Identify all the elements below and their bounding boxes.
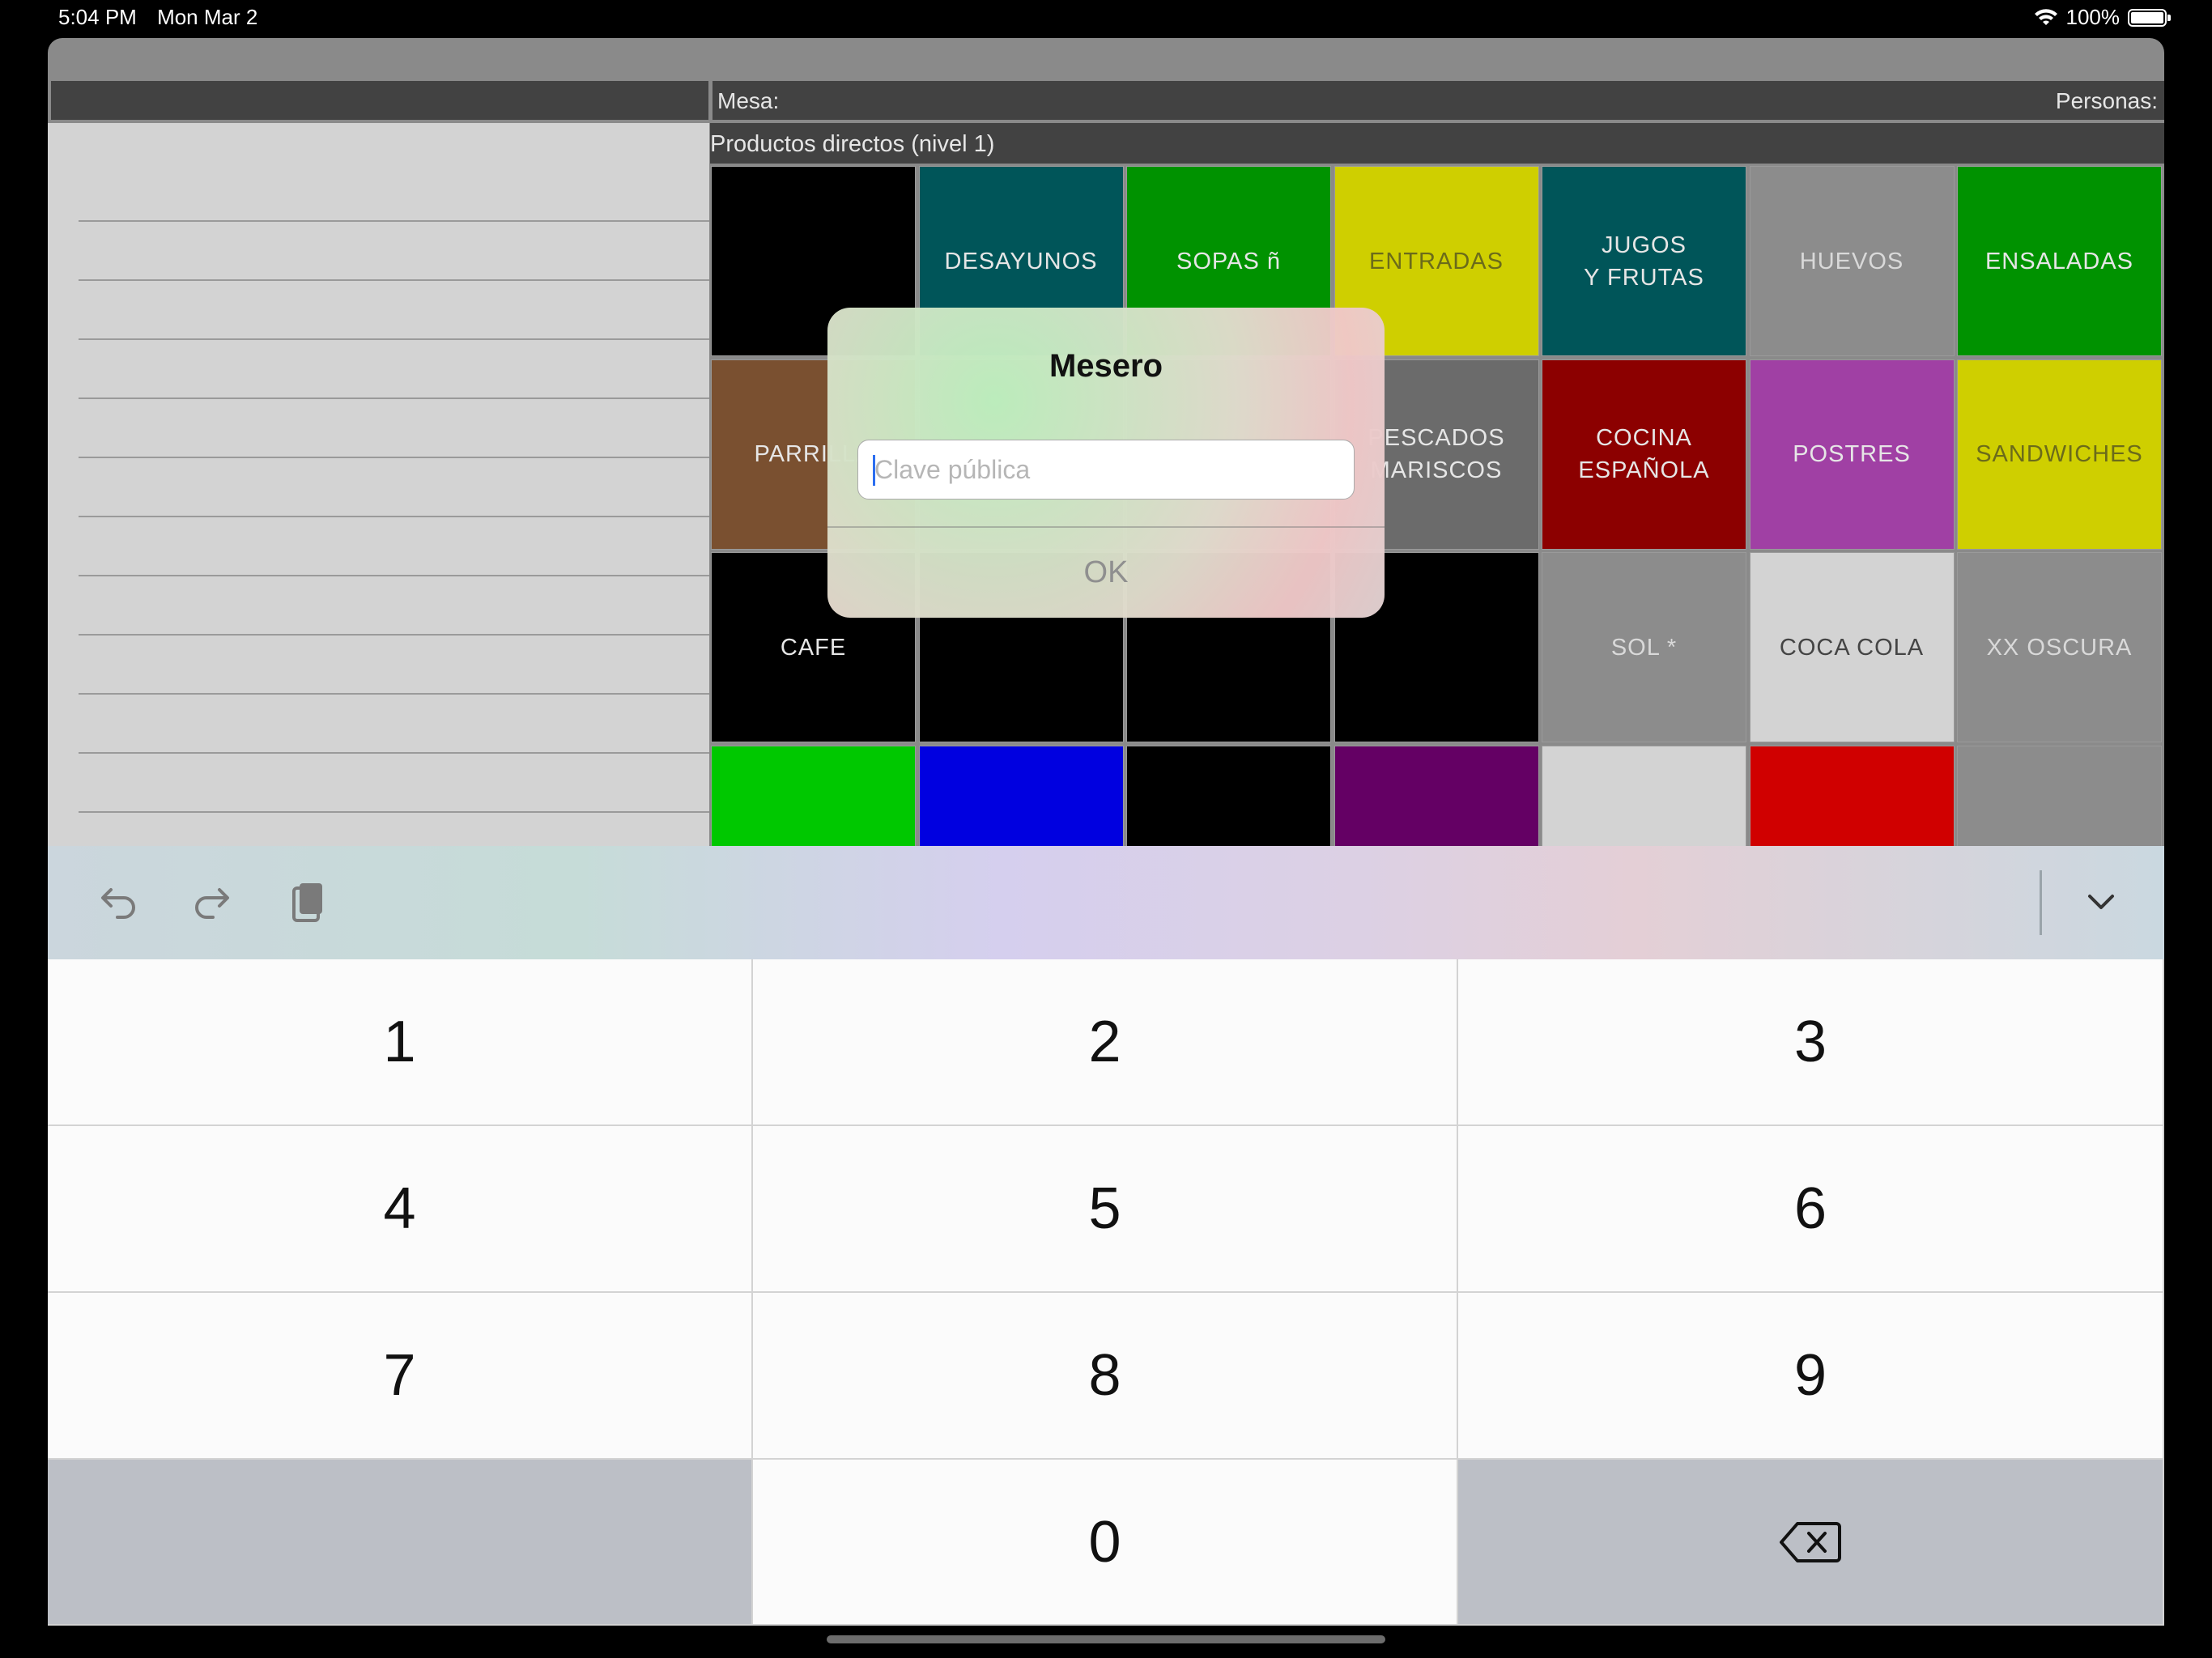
- status-right: 100%: [2034, 5, 2171, 30]
- digit-key[interactable]: 6: [1458, 1126, 2164, 1293]
- digit-key[interactable]: 8: [753, 1293, 1458, 1460]
- digit-key[interactable]: 3: [1458, 959, 2164, 1126]
- status-date: Mon Mar 2: [157, 5, 258, 29]
- product-tile[interactable]: XX OSCURA: [1957, 552, 2162, 742]
- order-line: [79, 516, 709, 517]
- text-cursor: [873, 455, 875, 486]
- battery-percent: 100%: [2065, 5, 2121, 29]
- number-keypad: 123 456 7890: [48, 959, 2164, 1626]
- ok-button[interactable]: OK: [827, 528, 1385, 618]
- wifi-icon: [2034, 8, 2057, 25]
- dialog-title: Mesero: [1049, 348, 1163, 384]
- section-label: Productos directos (nivel 1): [710, 131, 995, 157]
- status-bar: 5:04 PM Mon Mar 2 100%: [0, 0, 2212, 36]
- undo-icon[interactable]: [95, 878, 143, 927]
- order-line: [79, 457, 709, 458]
- product-tile[interactable]: POSTRES: [1749, 359, 1955, 550]
- product-tile[interactable]: ENSALADAS: [1957, 166, 2162, 356]
- status-left: 5:04 PM Mon Mar 2: [58, 5, 272, 30]
- order-list-header: [51, 81, 708, 120]
- keyboard-toolbar: [48, 846, 2164, 959]
- section-header: Productos directos (nivel 1): [710, 123, 2164, 164]
- order-line: [79, 338, 709, 340]
- digit-key[interactable]: 4: [48, 1126, 753, 1293]
- toolbar-separator: [2040, 870, 2042, 935]
- paste-icon[interactable]: [281, 878, 330, 927]
- backspace-icon: [1780, 1521, 1841, 1562]
- order-line: [79, 693, 709, 695]
- empty-key: [48, 1460, 753, 1626]
- input-placeholder: Clave pública: [874, 455, 1031, 484]
- digit-key[interactable]: 2: [753, 959, 1458, 1126]
- order-line: [79, 279, 709, 281]
- product-tile[interactable]: COCINA ESPAÑOLA: [1542, 359, 1746, 550]
- digit-key[interactable]: 0: [753, 1460, 1458, 1626]
- home-indicator: [827, 1635, 1385, 1643]
- product-tile[interactable]: SOL *: [1542, 552, 1746, 742]
- mesa-bar: Mesa: Personas:: [713, 81, 2164, 120]
- mesa-label: Mesa:: [717, 88, 780, 113]
- order-line: [79, 752, 709, 754]
- digit-key[interactable]: 1: [48, 959, 753, 1126]
- order-line: [79, 397, 709, 399]
- digit-key[interactable]: 5: [753, 1126, 1458, 1293]
- order-line: [79, 575, 709, 576]
- order-line: [79, 634, 709, 636]
- digit-key[interactable]: 7: [48, 1293, 753, 1460]
- mesero-dialog: Mesero Clave pública OK: [827, 308, 1385, 618]
- chevron-down-icon[interactable]: [2077, 878, 2125, 927]
- product-tile[interactable]: JUGOS Y FRUTAS: [1542, 166, 1746, 356]
- battery-icon: [2128, 8, 2171, 27]
- order-list[interactable]: [48, 123, 709, 933]
- product-tile[interactable]: SANDWICHES: [1957, 359, 2162, 550]
- redo-icon[interactable]: [187, 878, 236, 927]
- order-line: [79, 811, 709, 813]
- digit-key[interactable]: 9: [1458, 1293, 2164, 1460]
- delete-key[interactable]: [1458, 1460, 2164, 1626]
- clave-publica-input[interactable]: Clave pública: [857, 440, 1355, 500]
- product-tile[interactable]: COCA COLA: [1749, 552, 1955, 742]
- product-tile[interactable]: HUEVOS: [1749, 166, 1955, 356]
- order-line: [79, 220, 709, 222]
- personas-label: Personas:: [2055, 88, 2158, 113]
- status-time: 5:04 PM: [58, 5, 137, 29]
